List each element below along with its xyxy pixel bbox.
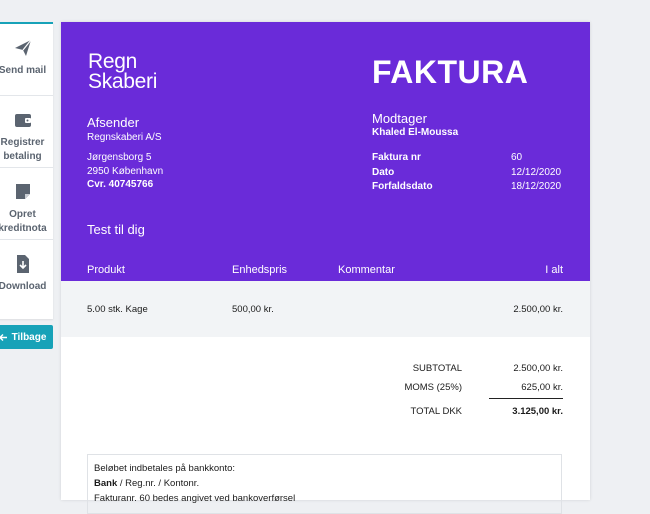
payment-note: Fakturanr. 60 bedes angivet ved bankover… [94, 493, 296, 504]
invoice-greeting: Test til dig [87, 222, 145, 237]
due-date-value: 18/12/2020 [511, 181, 562, 192]
wallet-icon [14, 114, 31, 127]
logo-line-1: Regn [88, 50, 138, 73]
invoice-number-row: Faktura nr 60 [372, 152, 577, 166]
payment-bank-line: Bank / Reg.nr. / Kontonr. [94, 476, 555, 491]
due-date-label: Forfaldsdato [372, 181, 433, 192]
send-mail-label: Send mail [0, 65, 47, 76]
sender-heading: Afsender [87, 115, 140, 130]
download-icon [16, 255, 29, 273]
register-payment-button[interactable]: Registrer betaling [0, 96, 53, 168]
subtotal-value: 2.500,00 kr. [513, 363, 563, 374]
logo-line-2: Skaberi [88, 70, 158, 93]
download-label: Download [0, 281, 47, 292]
payment-intro: Beløbet indbetales på bankkonto: [94, 463, 236, 474]
vat-value: 625,00 kr. [521, 382, 563, 393]
invoice-header: Regn Skaberi FAKTURA Afsender Regnskaber… [61, 22, 590, 281]
note-icon [15, 184, 30, 199]
sender-name: Regnskaberi A/S [87, 132, 162, 143]
invoice-document: Regn Skaberi FAKTURA Afsender Regnskaber… [61, 22, 590, 514]
arrow-left-icon [0, 333, 7, 341]
total-value: 3.125,00 kr. [512, 406, 563, 417]
invoice-date-row: Dato 12/12/2020 [372, 167, 577, 181]
payment-info-box: Beløbet indbetales på bankkonto: Bank / … [87, 454, 562, 514]
totals-divider [489, 398, 563, 399]
back-label: Tilbage [11, 331, 47, 343]
line-total: 2.500,00 kr. [513, 304, 563, 315]
due-date-row: Forfaldsdato 18/12/2020 [372, 181, 577, 195]
download-button[interactable]: Download [0, 240, 53, 312]
invoice-number-value: 60 [511, 152, 523, 163]
payment-bank-label: Bank [94, 478, 118, 489]
column-product: Produkt [87, 264, 125, 276]
line-product: 5.00 stk. Kage [87, 304, 148, 315]
sender-city: 2950 København [87, 166, 164, 177]
total-label: TOTAL DKK [410, 406, 462, 417]
subtotal-label: SUBTOTAL [412, 363, 462, 374]
column-total: I alt [545, 264, 563, 276]
register-payment-label: Registrer betaling [0, 137, 45, 162]
back-button[interactable]: Tilbage [0, 325, 53, 349]
payment-bank-rest: / Reg.nr. / Kontonr. [117, 478, 200, 489]
invoice-number-label: Faktura nr [372, 152, 421, 163]
column-comment: Kommentar [338, 264, 395, 276]
vat-label: MOMS (25%) [404, 382, 462, 393]
send-mail-button[interactable]: Send mail [0, 24, 53, 96]
company-logo: Regn Skaberi [88, 50, 158, 93]
sender-street: Jørgensborg 5 [87, 152, 152, 163]
create-credit-note-label: Opret kreditnota [0, 209, 47, 234]
action-sidebar: Send mail Registrer betaling Opret kredi… [0, 22, 53, 319]
line-unit-price: 500,00 kr. [232, 304, 274, 315]
invoice-date-label: Dato [372, 167, 395, 178]
column-unit-price: Enhedspris [232, 264, 288, 276]
create-credit-note-button[interactable]: Opret kreditnota [0, 168, 53, 240]
sender-cvr: Cvr. 40745766 [87, 179, 154, 190]
receiver-heading: Modtager [372, 111, 427, 126]
receiver-name: Khaled El-Moussa [372, 127, 459, 138]
invoice-title: FAKTURA [372, 54, 529, 90]
paper-plane-icon [14, 39, 31, 56]
invoice-date-value: 12/12/2020 [511, 167, 562, 178]
